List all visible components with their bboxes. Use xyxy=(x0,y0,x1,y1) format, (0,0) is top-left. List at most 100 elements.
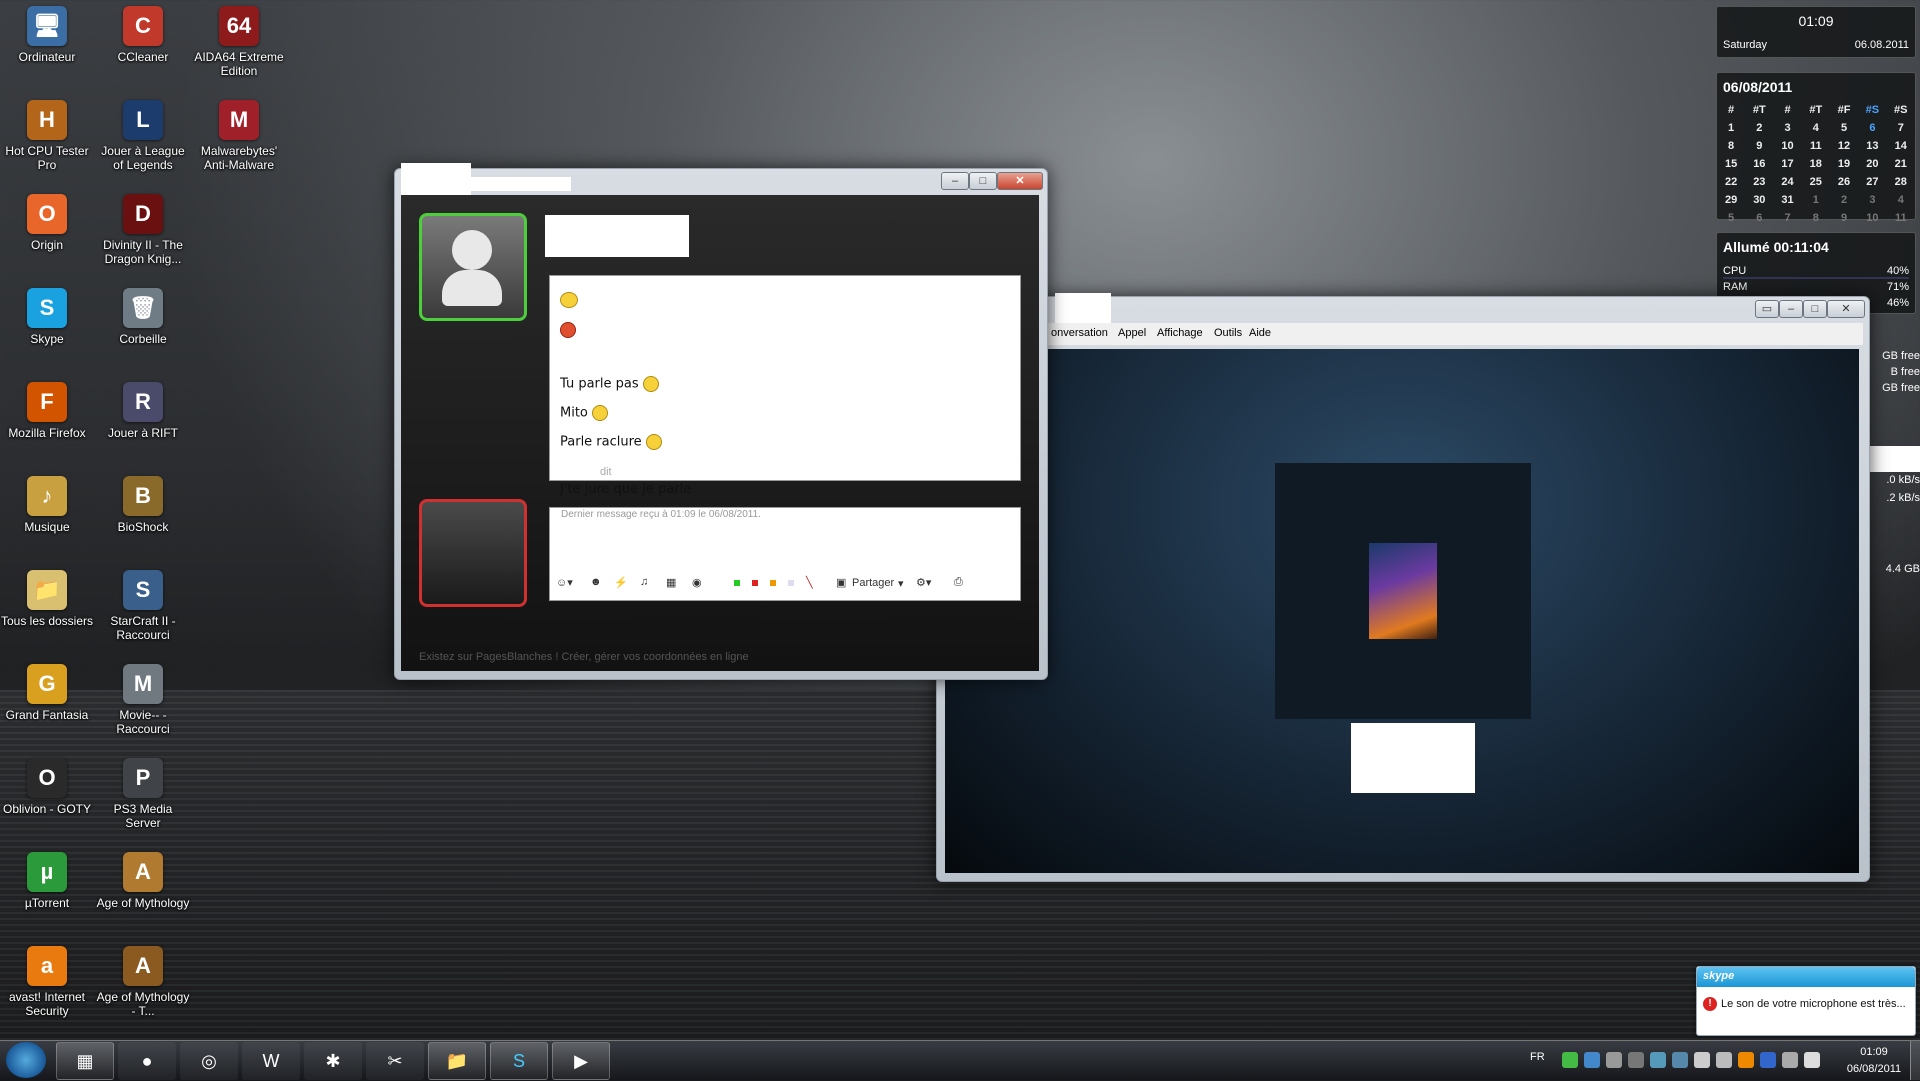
language-indicator[interactable]: FR xyxy=(1530,1051,1545,1063)
nudge-icon[interactable]: ⚡ xyxy=(614,576,628,589)
menu-aide[interactable]: Aide xyxy=(1249,327,1271,339)
calendar-day[interactable]: 3 xyxy=(1858,191,1886,209)
ad-banner[interactable]: Existez sur PagesBlanches ! Créer, gérer… xyxy=(419,651,749,663)
calendar-day[interactable]: 17 xyxy=(1773,155,1801,173)
calendar-day[interactable]: 14 xyxy=(1887,137,1915,155)
desktop-icon[interactable]: ♪ Musique xyxy=(0,476,94,534)
calendar-day[interactable]: 5 xyxy=(1717,209,1745,227)
chat-window[interactable]: – □ ✕ ☺▾ ☻ ⚡ ♫ ▦ ◉ ╲ ▣ Partager ▾ ⚙▾ ⎙ E… xyxy=(394,163,1048,680)
desktop-icon[interactable]: O Origin xyxy=(0,194,94,252)
calendar-day[interactable]: 8 xyxy=(1717,137,1745,155)
desktop-icon[interactable]: H Hot CPU Tester Pro xyxy=(0,100,94,172)
calendar-day[interactable]: 16 xyxy=(1745,155,1773,173)
calendar-day[interactable]: 2 xyxy=(1745,119,1773,137)
calendar-day[interactable]: 7 xyxy=(1773,209,1801,227)
desktop-icon[interactable]: B BioShock xyxy=(96,476,190,534)
desktop-icon[interactable]: R Jouer à RIFT xyxy=(96,382,190,440)
calendar-day[interactable]: 1 xyxy=(1717,119,1745,137)
calendar-day[interactable]: 1 xyxy=(1802,191,1830,209)
calendar-day[interactable]: 8 xyxy=(1802,209,1830,227)
skype-notification[interactable]: skype ! Le son de votre microphone est t… xyxy=(1696,966,1916,1036)
own-avatar[interactable] xyxy=(419,499,527,607)
wink-icon[interactable]: ☻ xyxy=(590,576,602,588)
color-orange-icon[interactable] xyxy=(770,580,776,586)
calendar-day[interactable]: 4 xyxy=(1887,191,1915,209)
calendar-day[interactable]: 22 xyxy=(1717,173,1745,191)
desktop-icon[interactable]: A Age of Mythology xyxy=(96,852,190,910)
taskbar-tool[interactable]: ✂ xyxy=(366,1042,424,1080)
calendar-day[interactable]: 12 xyxy=(1830,137,1858,155)
tray-icon-2[interactable] xyxy=(1584,1052,1600,1068)
calendar-day[interactable]: 10 xyxy=(1773,137,1801,155)
clear-format-icon[interactable]: ╲ xyxy=(806,576,813,589)
calendar-day[interactable]: 5 xyxy=(1830,119,1858,137)
calendar-day[interactable]: 2 xyxy=(1830,191,1858,209)
menu-conversation[interactable]: onversation xyxy=(1051,327,1108,339)
chevron-down-icon[interactable]: ▾ xyxy=(898,577,904,590)
desktop-icon[interactable]: F Mozilla Firefox xyxy=(0,382,94,440)
desktop-icon[interactable]: A Age of Mythology - T... xyxy=(96,946,190,1018)
taskbar-explorer[interactable]: 📁 xyxy=(428,1042,486,1080)
taskbar-date[interactable]: 06/08/2011 xyxy=(1834,1063,1914,1075)
chat-close-button[interactable]: ✕ xyxy=(997,172,1043,190)
desktop-icon[interactable]: D Divinity II - The Dragon Knig... xyxy=(96,194,190,266)
desktop-icon[interactable]: P PS3 Media Server xyxy=(96,758,190,830)
taskbar-time[interactable]: 01:09 xyxy=(1850,1046,1898,1058)
tray-icon-1[interactable] xyxy=(1562,1052,1578,1068)
skype-minimize-button[interactable]: – xyxy=(1779,300,1803,318)
tray-icon-5[interactable] xyxy=(1650,1052,1666,1068)
calendar-day[interactable]: 29 xyxy=(1717,191,1745,209)
desktop-icon[interactable]: 64 AIDA64 Extreme Edition xyxy=(192,6,286,78)
desktop-icon[interactable]: 🖥 Ordinateur xyxy=(0,6,94,64)
taskbar-skype[interactable]: S xyxy=(490,1042,548,1080)
calendar-day[interactable]: 21 xyxy=(1887,155,1915,173)
taskbar-wow[interactable]: W xyxy=(242,1042,300,1080)
share-button[interactable]: Partager xyxy=(852,577,894,589)
color-red-icon[interactable] xyxy=(752,580,758,586)
calendar-day[interactable]: 13 xyxy=(1858,137,1886,155)
desktop-icon[interactable]: 🗑 Corbeille xyxy=(96,288,190,346)
game-icon[interactable]: ◉ xyxy=(692,576,702,589)
taskbar-gadgets[interactable]: ▦ xyxy=(56,1042,114,1080)
calendar-day[interactable]: 3 xyxy=(1773,119,1801,137)
desktop-icon[interactable]: 📁 Tous les dossiers xyxy=(0,570,94,628)
chat-minimize-button[interactable]: – xyxy=(941,172,969,190)
calendar-day[interactable]: 23 xyxy=(1745,173,1773,191)
calendar-day[interactable]: 28 xyxy=(1887,173,1915,191)
desktop-icon[interactable]: S Skype xyxy=(0,288,94,346)
calendar-day[interactable]: 7 xyxy=(1887,119,1915,137)
taskbar-steam[interactable]: ◎ xyxy=(180,1042,238,1080)
menu-appel[interactable]: Appel xyxy=(1118,327,1146,339)
calendar-day[interactable]: 11 xyxy=(1887,209,1915,227)
network-icon[interactable] xyxy=(1782,1052,1798,1068)
calendar-day[interactable]: 26 xyxy=(1830,173,1858,191)
skype-maximize-button[interactable]: □ xyxy=(1803,300,1827,318)
background-icon[interactable]: ▦ xyxy=(666,576,676,589)
chat-maximize-button[interactable]: □ xyxy=(969,172,997,190)
calendar-day[interactable]: 11 xyxy=(1802,137,1830,155)
calendar-day[interactable]: 4 xyxy=(1802,119,1830,137)
calendar-day[interactable]: 27 xyxy=(1858,173,1886,191)
desktop-icon[interactable]: M Malwarebytes' Anti-Malware xyxy=(192,100,286,172)
calendar-day[interactable]: 20 xyxy=(1858,155,1886,173)
desktop-icon[interactable]: G Grand Fantasia xyxy=(0,664,94,722)
show-desktop-button[interactable] xyxy=(1910,1041,1920,1080)
menu-outils[interactable]: Outils xyxy=(1214,327,1242,339)
calendar-day[interactable]: 9 xyxy=(1830,209,1858,227)
taskbar-media-player[interactable]: ▶ xyxy=(552,1042,610,1080)
tray-icon-9[interactable] xyxy=(1760,1052,1776,1068)
start-button[interactable] xyxy=(6,1042,46,1078)
calendar-day[interactable]: 19 xyxy=(1830,155,1858,173)
color-green-icon[interactable] xyxy=(734,580,740,586)
share-icon[interactable]: ▣ xyxy=(836,576,846,589)
voice-clip-icon[interactable]: ♫ xyxy=(640,576,648,588)
skype-close-button[interactable]: ✕ xyxy=(1827,300,1865,318)
clock-gadget[interactable]: 01:09 Saturday 06.08.2011 xyxy=(1716,6,1916,58)
action-center-flag-icon[interactable] xyxy=(1804,1052,1820,1068)
desktop-icon[interactable]: µ µTorrent xyxy=(0,852,94,910)
color-white-icon[interactable] xyxy=(788,580,794,586)
desktop-icon[interactable]: O Oblivion - GOTY xyxy=(0,758,94,816)
send-file-icon[interactable]: ⎙ xyxy=(954,576,963,589)
calendar-gadget[interactable]: 06/08/2011 # #T # #T #F #S #S 1 2 3 4 5 6 7 8 9 10 11 12 13… xyxy=(1716,72,1916,224)
taskbar-app[interactable]: ✱ xyxy=(304,1042,362,1080)
